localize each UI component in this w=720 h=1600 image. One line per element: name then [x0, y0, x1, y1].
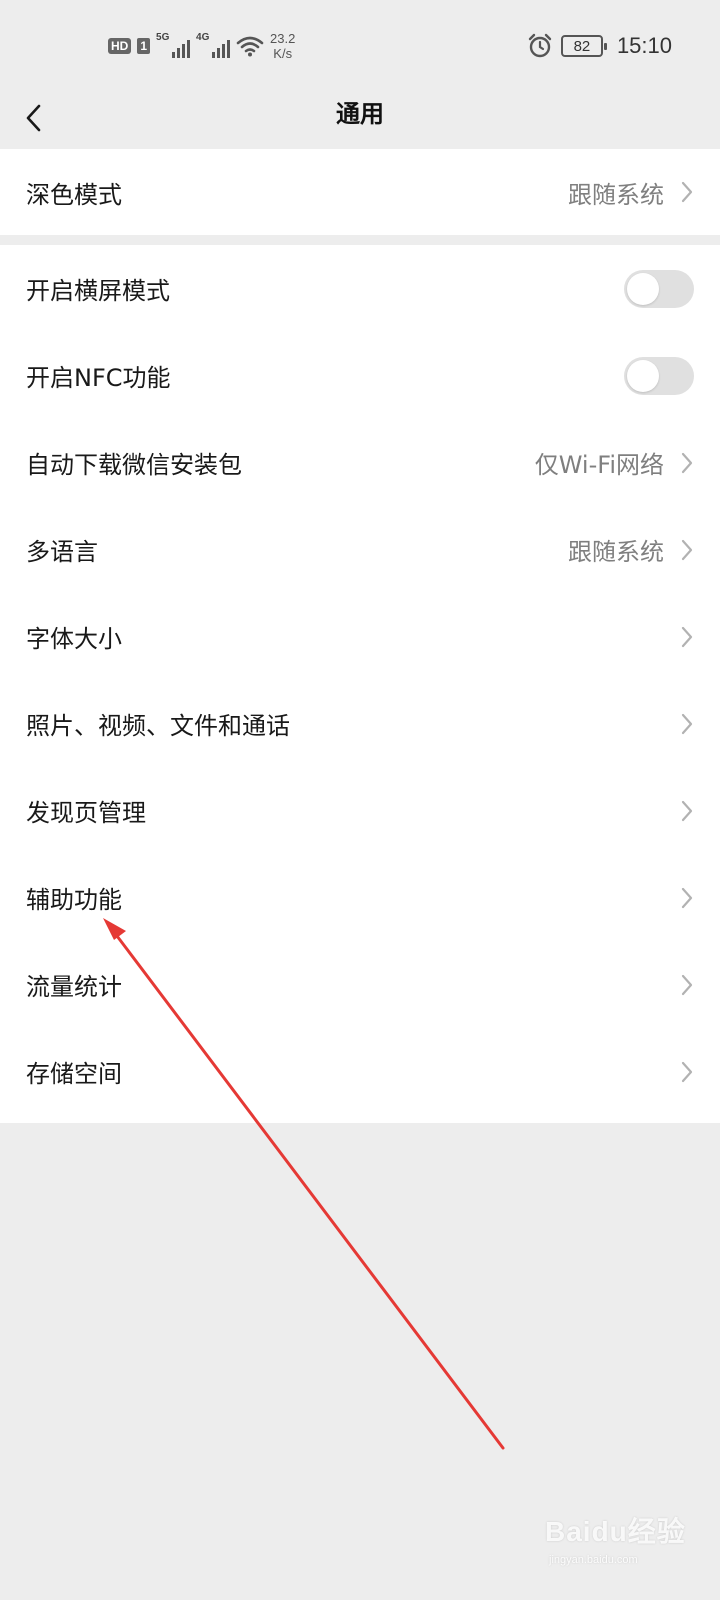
clock: 15:10 [616, 33, 672, 58]
settings-row-accessibility[interactable]: 辅助功能 [0, 854, 720, 941]
toggle-knob [627, 272, 659, 305]
chevron-right-icon [681, 887, 693, 908]
network-speed-value: 23.2 [270, 31, 296, 46]
signal-5g-label: 5G [156, 32, 170, 43]
battery-level: 82 [573, 37, 591, 55]
navigation-bar: 通用 [0, 92, 720, 148]
settings-group-general: 开启横屏模式 开启NFC功能 自动下载微信安装包 仅Wi-Fi网络 多语言 跟随… [0, 245, 720, 1123]
settings-row-discover-management[interactable]: 发现页管理 [0, 767, 720, 854]
settings-row-language[interactable]: 多语言 跟随系统 [0, 506, 720, 593]
wifi-icon [236, 36, 264, 57]
signal-4g-label: 4G [196, 32, 210, 43]
network-speed: 23.2 K/s [270, 31, 295, 61]
row-label: 自动下载微信安装包 [26, 451, 242, 479]
status-left: HD 1 5G 4G 23.2 K/s [108, 28, 295, 64]
watermark-text: Baidu经验 [545, 1516, 686, 1547]
row-label: 字体大小 [26, 625, 122, 653]
battery-icon: 82 [560, 35, 607, 57]
row-label: 照片、视频、文件和通话 [26, 712, 290, 740]
chevron-right-icon [681, 974, 693, 995]
settings-group-display: 深色模式 跟随系统 [0, 149, 720, 235]
status-right: 82 15:10 [527, 30, 672, 62]
signal-4g-icon: 4G [196, 32, 231, 58]
settings-row-dark-mode[interactable]: 深色模式 跟随系统 [0, 149, 720, 235]
network-speed-unit: K/s [273, 46, 293, 61]
row-value: 仅Wi-Fi网络 [534, 451, 664, 479]
toggle-knob [627, 359, 659, 392]
signal-5g-icon: 5G [156, 32, 191, 58]
page-title: 通用 [336, 100, 384, 128]
settings-row-landscape-mode: 开启横屏模式 [0, 245, 720, 332]
settings-row-storage[interactable]: 存储空间 [0, 1028, 720, 1115]
settings-row-data-usage[interactable]: 流量统计 [0, 941, 720, 1028]
chevron-right-icon [681, 800, 693, 821]
settings-row-nfc: 开启NFC功能 [0, 332, 720, 419]
watermark-sub: jingyan.baidu.com [549, 1554, 638, 1566]
row-label: 深色模式 [26, 180, 122, 209]
landscape-mode-toggle[interactable] [624, 269, 694, 308]
hd-badge: HD [108, 38, 132, 54]
nfc-toggle[interactable] [624, 356, 694, 395]
chevron-right-icon [681, 539, 693, 560]
row-label: 开启横屏模式 [26, 277, 170, 305]
row-value: 跟随系统 [568, 180, 664, 209]
chevron-right-icon [681, 713, 693, 734]
row-value: 跟随系统 [568, 538, 664, 566]
settings-row-media-calls[interactable]: 照片、视频、文件和通话 [0, 680, 720, 767]
sim-badge: 1 [137, 38, 151, 54]
status-bar: HD 1 5G 4G 23.2 K/s 82 15:10 [0, 0, 720, 92]
settings-row-font-size[interactable]: 字体大小 [0, 593, 720, 680]
alarm-icon [528, 33, 552, 58]
row-label: 发现页管理 [26, 799, 146, 827]
baidu-watermark-logo: Baidu经验 jingyan.baidu.com [545, 1502, 695, 1572]
settings-row-auto-download[interactable]: 自动下载微信安装包 仅Wi-Fi网络 [0, 419, 720, 506]
row-label: 辅助功能 [26, 886, 122, 914]
chevron-right-icon [681, 1061, 693, 1082]
chevron-right-icon [681, 626, 693, 647]
row-label: 多语言 [26, 538, 98, 566]
row-label: 开启NFC功能 [26, 364, 171, 392]
chevron-right-icon [681, 181, 693, 203]
chevron-right-icon [681, 452, 693, 473]
row-label: 存储空间 [26, 1060, 122, 1088]
row-label: 流量统计 [26, 973, 122, 1001]
